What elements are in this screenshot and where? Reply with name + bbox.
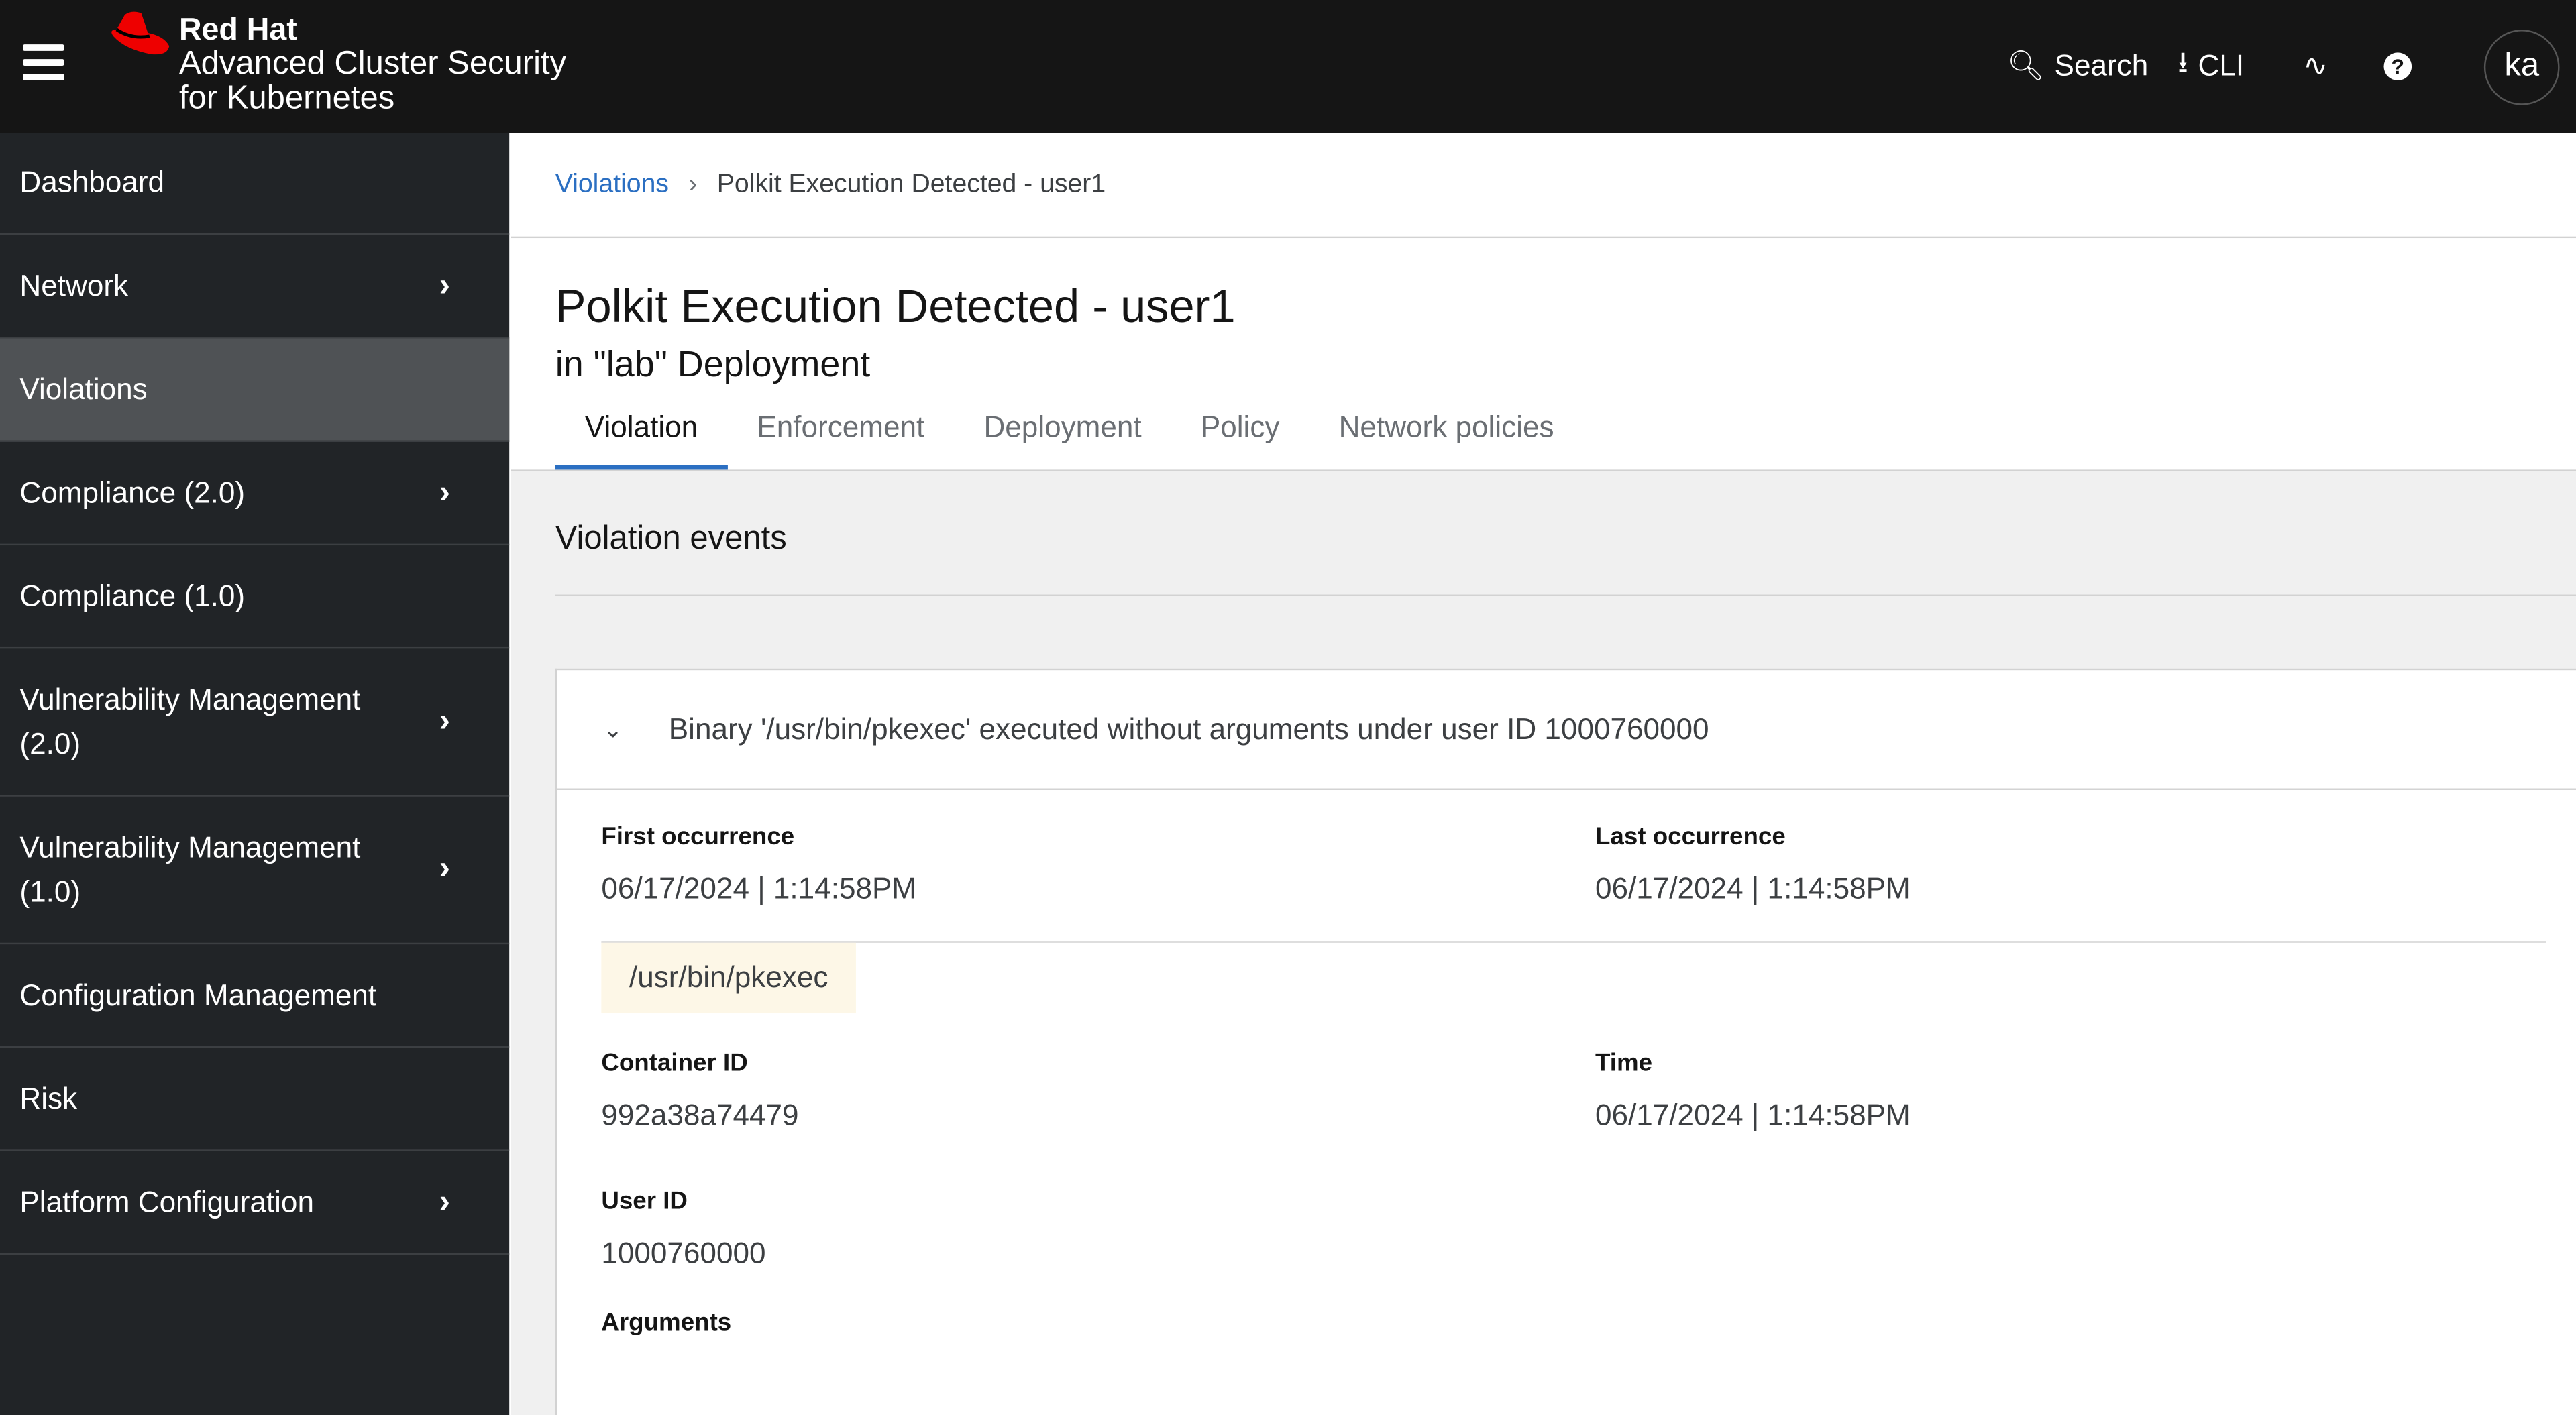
sidebar-item-violations[interactable]: Violations: [0, 338, 510, 442]
search-label: Search: [2054, 49, 2149, 82]
sidebar-nav: Dashboard Network › Violations Compliance (2…: [0, 133, 510, 1415]
chevron-right-icon: ›: [439, 473, 451, 510]
first-occurrence-label: First occurrence: [601, 822, 795, 851]
first-occurrence-value: 06/17/2024 | 1:14:58PM: [601, 872, 917, 905]
sidebar-item-label: Vulnerability Management (1.0): [19, 830, 361, 908]
user-id-label: User ID: [601, 1187, 688, 1216]
sidebar-item-compliance-2-0[interactable]: Compliance (2.0) ›: [0, 442, 510, 546]
event-summary: Binary '/usr/bin/pkexec' executed withou…: [668, 712, 1709, 745]
sidebar-item-vulnerability-management-2-0[interactable]: Vulnerability Management (2.0) ›: [0, 648, 510, 797]
hamburger-menu-button[interactable]: [23, 44, 64, 81]
last-occurrence-label: Last occurrence: [1595, 822, 1786, 851]
section-title: Violation events: [555, 520, 787, 557]
tab-list: Violation Enforcement Deployment Policy …: [555, 410, 1584, 470]
tab-violation[interactable]: Violation: [555, 410, 728, 470]
red-hat-logo-icon: [111, 11, 170, 55]
masthead: Red Hat Advanced Cluster Security for Ku…: [0, 0, 2576, 133]
breadcrumb-violations-link[interactable]: Violations: [555, 170, 669, 199]
download-icon: ⭳: [2178, 45, 2188, 78]
tab-deployment[interactable]: Deployment: [954, 410, 1171, 469]
sidebar-item-configuration-management[interactable]: Configuration Management: [0, 944, 510, 1048]
sidebar-item-label: Network: [19, 268, 129, 302]
breadcrumb: Violations › Polkit Execution Detected -…: [511, 133, 2576, 239]
page-title: Polkit Execution Detected - user1: [555, 280, 1236, 332]
sidebar-item-compliance-1-0[interactable]: Compliance (1.0): [0, 545, 510, 649]
chevron-right-icon: ›: [439, 703, 451, 740]
search-button[interactable]: 🔍︎ Search: [2007, 49, 2148, 83]
chevron-right-icon: ›: [439, 266, 451, 303]
search-icon: 🔍︎: [2006, 49, 2045, 82]
sidebar-item-label: Compliance (1.0): [19, 579, 246, 612]
brand-company: Red Hat: [178, 13, 297, 48]
tab-network-policies[interactable]: Network policies: [1309, 410, 1584, 469]
tab-policy[interactable]: Policy: [1171, 410, 1309, 469]
sidebar-item-label: Configuration Management: [19, 978, 377, 1011]
brand-subtitle: for Kubernetes: [178, 80, 395, 117]
breadcrumb-current: Polkit Execution Detected - user1: [716, 170, 1106, 199]
sidebar-item-label: Platform Configuration: [19, 1184, 314, 1218]
cli-download-button[interactable]: ⭳ CLI: [2178, 42, 2244, 91]
system-health-button[interactable]: ∿: [2303, 49, 2328, 83]
arguments-label: Arguments: [601, 1308, 732, 1337]
sidebar-item-label: Risk: [19, 1081, 78, 1115]
page-subtitle: in "lab" Deployment: [555, 343, 871, 385]
time-label: Time: [1595, 1049, 1653, 1078]
sidebar-item-dashboard[interactable]: Dashboard: [0, 133, 510, 235]
brand-product: Advanced Cluster Security: [178, 46, 567, 82]
divider: [555, 594, 2576, 596]
user-avatar-button[interactable]: ka: [2483, 28, 2560, 105]
last-occurrence-value: 06/17/2024 | 1:14:58PM: [1595, 872, 1911, 905]
help-button[interactable]: ?: [2383, 52, 2412, 81]
user-id-value: 1000760000: [601, 1237, 766, 1270]
cli-label: CLI: [2198, 49, 2245, 82]
sidebar-item-platform-configuration[interactable]: Platform Configuration ›: [0, 1151, 510, 1255]
process-path-tag: /usr/bin/pkexec: [601, 942, 857, 1014]
sidebar-item-label: Compliance (2.0): [19, 475, 246, 508]
product-brand[interactable]: Red Hat Advanced Cluster Security for Ku…: [179, 13, 566, 117]
sidebar-item-label: Dashboard: [19, 166, 165, 199]
container-id-value: 992a38a74479: [601, 1098, 799, 1132]
sidebar-item-label: Violations: [19, 372, 148, 405]
violation-event-card: ⌄ Binary '/usr/bin/pkexec' executed with…: [555, 668, 2576, 1415]
sidebar-item-risk[interactable]: Risk: [0, 1048, 510, 1151]
sidebar-item-network[interactable]: Network ›: [0, 235, 510, 339]
time-value: 06/17/2024 | 1:14:58PM: [1595, 1098, 1911, 1132]
pulse-icon: ∿: [2303, 49, 2328, 82]
chevron-right-icon: ›: [439, 850, 451, 887]
container-id-label: Container ID: [601, 1049, 748, 1078]
breadcrumb-separator-icon: ›: [688, 170, 698, 199]
sidebar-item-vulnerability-management-1-0[interactable]: Vulnerability Management (1.0) ›: [0, 797, 510, 945]
divider: [601, 941, 2546, 943]
chevron-down-icon[interactable]: ⌄: [557, 716, 669, 744]
question-circle-icon: ?: [2383, 52, 2412, 81]
tab-enforcement[interactable]: Enforcement: [727, 410, 954, 469]
chevron-right-icon: ›: [439, 1183, 451, 1220]
sidebar-item-label: Vulnerability Management (2.0): [19, 682, 361, 760]
